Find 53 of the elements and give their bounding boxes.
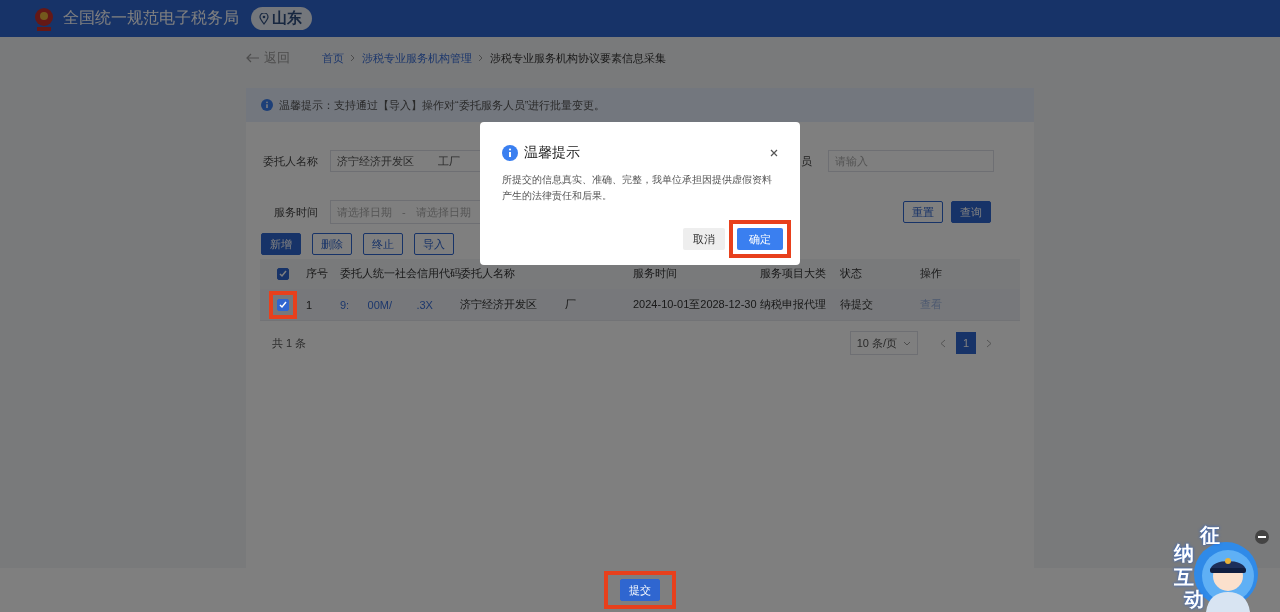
notice-text: 温馨提示：支持通过【导入】操作对“委托服务人员”进行批量变更。 bbox=[279, 97, 606, 113]
minimize-icon[interactable] bbox=[1255, 530, 1269, 544]
mascot-character: 征 bbox=[1200, 523, 1220, 548]
confirm-button[interactable]: 确定 bbox=[737, 228, 783, 250]
page-size-select[interactable]: 10 条/页 bbox=[849, 331, 918, 355]
action-button[interactable]: 导入 bbox=[414, 233, 454, 255]
column-header: 序号 bbox=[306, 267, 329, 281]
submit-button[interactable]: 提交 bbox=[620, 579, 660, 601]
action-button[interactable]: 新增 bbox=[261, 233, 301, 255]
table-cell-text: 济宁经济开发区 厂 bbox=[460, 297, 577, 312]
assistant-widget[interactable]: 征 纳 互 动 bbox=[1168, 520, 1260, 612]
search-button[interactable]: 查询 bbox=[951, 201, 991, 223]
table-cell-text: 9: 00M/ .3X bbox=[340, 298, 434, 311]
table-cell-text: 1 bbox=[306, 298, 314, 311]
breadcrumb-item: 涉税专业服务机构协议要素信息采集 bbox=[490, 50, 666, 66]
action-button[interactable]: 终止 bbox=[363, 233, 403, 255]
table-cell-text: 2024-10-01至2028-12-30 bbox=[633, 297, 758, 312]
dialog-title: 温馨提示 bbox=[524, 144, 580, 162]
location-pin-icon bbox=[259, 12, 269, 25]
field-label: 委托人名称 bbox=[262, 153, 319, 169]
column-header: 服务时间 bbox=[633, 267, 678, 281]
column-header: 服务项目大类 bbox=[760, 267, 827, 281]
mascot-character: 动 bbox=[1184, 587, 1204, 612]
table-cell-text: 待提交 bbox=[840, 297, 874, 312]
page-number[interactable]: 1 bbox=[956, 332, 976, 354]
field-label: 服务时间 bbox=[273, 204, 319, 220]
field-label: 员 bbox=[801, 153, 812, 169]
column-header: 操作 bbox=[920, 267, 943, 281]
total-count: 共 1 条 bbox=[272, 335, 307, 351]
emblem-icon bbox=[33, 5, 55, 32]
input-field[interactable]: 济宁经济开发区 工厂 bbox=[330, 150, 482, 172]
column-header: 委托人统一社会信用代码 bbox=[340, 267, 460, 281]
checkbox[interactable] bbox=[277, 298, 289, 311]
back-arrow-icon bbox=[246, 53, 260, 63]
reset-button[interactable]: 重置 bbox=[903, 201, 943, 223]
info-icon bbox=[261, 99, 273, 111]
region-selector[interactable]: 山东 bbox=[251, 7, 312, 30]
dialog-message: 所提交的信息真实、准确、完整，我单位承担因提供虚假资料产生的法律责任和后果。 bbox=[502, 173, 773, 203]
chevron-icon bbox=[478, 52, 484, 64]
caret-icon bbox=[903, 340, 911, 346]
info-icon bbox=[502, 145, 518, 161]
mascot-character: 互 bbox=[1174, 565, 1194, 589]
checkbox[interactable] bbox=[277, 268, 289, 280]
chevron-icon bbox=[350, 52, 356, 64]
breadcrumb-item[interactable]: 涉税专业服务机构管理 bbox=[362, 50, 472, 66]
column-header: 状态 bbox=[840, 267, 863, 281]
table-cell-text: 纳税申报代理 bbox=[760, 297, 827, 312]
site-title: 全国统一规范电子税务局 bbox=[63, 8, 239, 28]
column-header: 委托人名称 bbox=[460, 267, 516, 281]
breadcrumb-item[interactable]: 首页 bbox=[322, 50, 344, 66]
cancel-button[interactable]: 取消 bbox=[683, 228, 725, 250]
mascot-character: 纳 bbox=[1174, 541, 1194, 566]
action-button[interactable]: 删除 bbox=[312, 233, 352, 255]
